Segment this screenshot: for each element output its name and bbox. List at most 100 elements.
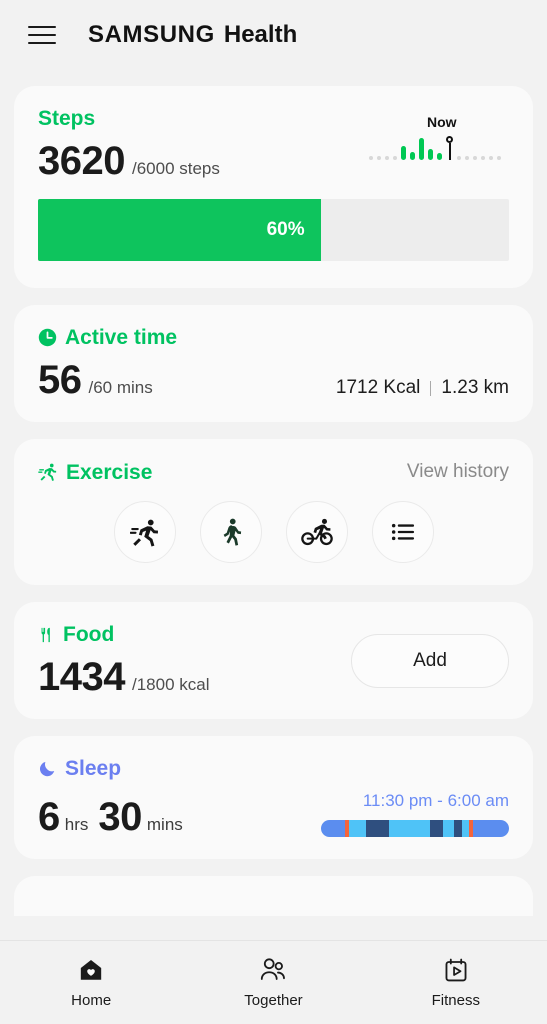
steps-title: Steps — [38, 107, 96, 130]
sparkline-dot — [465, 156, 469, 160]
sparkline-dot — [457, 156, 461, 160]
sparkline-track — [369, 126, 509, 160]
steps-value: 3620 — [38, 139, 125, 183]
cards-scroll-area[interactable]: Steps 3620 /6000 steps Now 60% Active ti… — [0, 70, 547, 940]
calendar-play-icon — [445, 958, 467, 981]
active-time-main: 56 /60 mins — [38, 360, 153, 400]
exercise-header: Exercise View history — [38, 461, 509, 483]
exercise-button-run[interactable] — [113, 501, 176, 563]
brand-health-text: Health — [223, 21, 298, 48]
exercise-card[interactable]: Exercise View history — [14, 439, 533, 585]
moon-icon — [39, 761, 55, 777]
steps-progress-fill: 60% — [38, 199, 321, 261]
sparkline-bar — [428, 149, 433, 160]
nav-label-fitness: Fitness — [431, 991, 480, 1009]
sparkline-now-marker — [446, 136, 453, 160]
sparkline-dot — [489, 156, 493, 160]
steps-sparkline-chart: Now — [369, 114, 509, 166]
sparkline-dot — [377, 156, 381, 160]
exercise-title-row: Exercise — [38, 462, 152, 483]
app-header: SAMSUNG Health — [0, 0, 547, 70]
people-icon — [261, 957, 286, 980]
sleep-stage-segment — [454, 820, 462, 837]
sleep-metrics: 6 hrs 30 mins 11:30 pm - 6:00 am — [38, 791, 509, 837]
sleep-stage-segment — [461, 820, 470, 837]
exercise-button-walk[interactable] — [199, 501, 262, 563]
view-history-link[interactable]: View history — [407, 461, 509, 483]
food-title: Food — [63, 623, 115, 646]
stat-divider — [430, 380, 432, 396]
exercise-button-more[interactable] — [371, 501, 434, 563]
steps-goal: /6000 steps — [131, 159, 220, 178]
food-metric: 1434 /1800 kcal — [38, 657, 209, 697]
sleep-hours: 6 — [38, 795, 60, 839]
bottom-navigation: Home Together Fitness — [0, 940, 547, 1024]
sparkline-dot — [393, 156, 397, 160]
sparkline-dot — [385, 156, 389, 160]
sleep-card[interactable]: Sleep 6 hrs 30 mins 11:30 pm - 6:00 am — [14, 736, 533, 859]
brand-samsung-text: SAMSUNG — [88, 21, 215, 48]
food-value: 1434 — [38, 655, 125, 699]
active-time-title: Active time — [65, 326, 178, 349]
sleep-minutes: 30 — [98, 795, 142, 839]
steps-metric: 3620 /6000 steps — [38, 141, 220, 181]
sleep-stage-segment — [388, 820, 430, 837]
food-card[interactable]: Food 1434 /1800 kcal Add — [14, 602, 533, 719]
steps-card[interactable]: Steps 3620 /6000 steps Now 60% — [14, 86, 533, 288]
steps-info: Steps 3620 /6000 steps — [38, 108, 220, 181]
sparkline-bar — [419, 138, 424, 160]
sleep-stage-segment — [366, 820, 389, 837]
cycling-icon — [300, 518, 333, 546]
sparkline-dot — [481, 156, 485, 160]
sleep-stage-segment — [349, 820, 367, 837]
sleep-hours-unit: hrs — [64, 815, 89, 834]
nav-item-together[interactable]: Together — [182, 957, 364, 1009]
steps-header: Steps 3620 /6000 steps Now — [38, 108, 509, 181]
sleep-chart-area: 11:30 pm - 6:00 am — [321, 791, 509, 837]
sleep-stage-segment — [443, 820, 455, 837]
sparkline-bar — [401, 146, 406, 160]
active-time-goal: /60 mins — [88, 378, 153, 397]
home-heart-icon — [80, 959, 102, 980]
sparkline-bar — [437, 153, 442, 160]
next-card-peek[interactable] — [14, 876, 533, 916]
nav-label-together: Together — [244, 991, 303, 1009]
running-icon — [38, 463, 57, 481]
exercise-buttons — [38, 501, 509, 563]
active-time-stats: 1712 Kcal 1.23 km — [336, 377, 509, 399]
sleep-title-row: Sleep — [38, 758, 509, 779]
add-food-button[interactable]: Add — [351, 633, 509, 688]
food-row: Food 1434 /1800 kcal Add — [38, 624, 509, 697]
food-title-row: Food — [38, 624, 209, 645]
cutlery-icon — [41, 627, 50, 642]
hamburger-menu-icon[interactable] — [28, 23, 58, 47]
active-time-calories: 1712 Kcal — [335, 377, 421, 398]
sleep-duration: 6 hrs 30 mins — [38, 797, 193, 837]
sleep-stage-segment — [430, 820, 444, 837]
sparkline-dot — [473, 156, 477, 160]
sleep-stages-bar — [321, 820, 509, 837]
clock-icon — [38, 328, 57, 347]
exercise-title: Exercise — [66, 460, 153, 484]
nav-item-home[interactable]: Home — [0, 957, 182, 1009]
active-time-card[interactable]: Active time 56 /60 mins 1712 Kcal 1.23 k… — [14, 305, 533, 422]
nav-item-fitness[interactable]: Fitness — [365, 957, 547, 1009]
sparkline-dot — [497, 156, 501, 160]
app-brand: SAMSUNG Health — [88, 21, 297, 49]
exercise-button-cycle[interactable] — [285, 501, 348, 563]
active-time-metrics: 56 /60 mins 1712 Kcal 1.23 km — [38, 360, 509, 400]
active-time-distance: 1.23 km — [441, 377, 509, 398]
sleep-stage-segment — [473, 820, 509, 837]
sparkline-dot — [369, 156, 373, 160]
sleep-stage-segment — [321, 820, 346, 837]
sleep-time-range: 11:30 pm - 6:00 am — [362, 791, 509, 810]
active-time-value: 56 — [38, 358, 82, 402]
sleep-title: Sleep — [65, 757, 122, 780]
running-icon — [129, 519, 158, 547]
active-time-title-row: Active time — [38, 327, 509, 348]
list-icon — [391, 523, 414, 541]
sleep-minutes-unit: mins — [146, 815, 183, 834]
walking-icon — [223, 518, 241, 546]
food-goal: /1800 kcal — [131, 675, 210, 694]
steps-progress-bar: 60% — [38, 199, 509, 261]
